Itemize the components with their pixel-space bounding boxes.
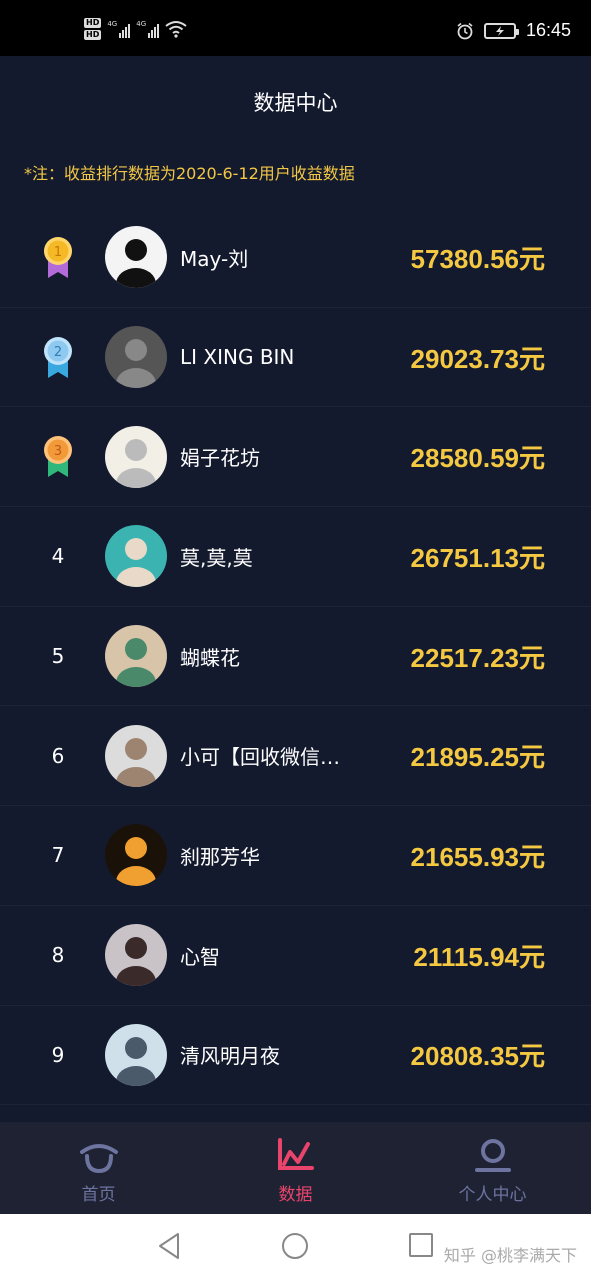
user-name: May-刘 xyxy=(180,246,249,271)
signal-icon: 4G xyxy=(107,20,131,38)
silver-medal-icon: 2 xyxy=(44,336,72,378)
avatar[interactable] xyxy=(105,724,167,787)
earnings-amount: 21655.93元 xyxy=(410,841,545,872)
watermark: 知乎 @桃李满天下 xyxy=(443,1246,577,1265)
ranking-list: 1 May-刘 57380.56元 2 LI XING BIN 29023.73元 3 娟子花… xyxy=(0,208,591,1106)
earnings-amount: 21895.25元 xyxy=(410,742,545,773)
earnings-amount: 29023.73元 xyxy=(410,343,545,374)
clock: 16:45 xyxy=(525,20,571,40)
tab-label: 个人中心 xyxy=(458,1185,527,1205)
chart-icon xyxy=(277,1138,314,1170)
gold-medal-icon: 1 xyxy=(44,237,72,278)
avatar[interactable] xyxy=(105,625,167,688)
home-icon xyxy=(79,1144,118,1174)
battery-icon xyxy=(483,22,519,39)
avatar[interactable] xyxy=(105,326,167,389)
alarm-icon xyxy=(457,22,473,39)
medal-number: 2 xyxy=(54,345,62,360)
bronze-medal-icon: 3 xyxy=(44,436,72,478)
rank-number: 8 xyxy=(51,943,65,968)
tab-home[interactable]: 首页 xyxy=(0,1122,197,1214)
medal-number: 1 xyxy=(54,245,62,260)
rank-number: 7 xyxy=(51,843,65,868)
signal-icon: 4G xyxy=(136,20,160,38)
avatar[interactable] xyxy=(105,824,167,887)
tab-profile[interactable]: 个人中心 xyxy=(394,1122,591,1214)
profile-icon xyxy=(474,1139,511,1172)
hd-badge: HD xyxy=(84,30,102,40)
avatar[interactable] xyxy=(105,425,167,488)
page-title: 数据中心 xyxy=(253,91,338,115)
medal-number: 3 xyxy=(54,444,62,459)
home-button-icon[interactable] xyxy=(281,1232,309,1260)
hd-badge: HD xyxy=(84,18,102,28)
rank-number: 5 xyxy=(51,644,65,669)
user-name: LI XING BIN xyxy=(180,345,295,370)
user-name: 心智 xyxy=(180,944,220,969)
tab-label: 首页 xyxy=(81,1185,116,1205)
rank-number: 4 xyxy=(51,544,65,569)
ranking-row[interactable]: 5 蝴蝶花 22517.23元 xyxy=(0,607,591,707)
system-nav-bar: 知乎 @桃李满天下 xyxy=(0,1214,591,1280)
avatar[interactable] xyxy=(105,1023,167,1086)
avatar[interactable] xyxy=(105,924,167,987)
user-name: 小可【回收微信… xyxy=(180,745,340,770)
status-bar: HD HD 4G 4G 16:45 xyxy=(0,0,591,56)
user-name: 娟子花坊 xyxy=(180,446,260,471)
tab-data[interactable]: 数据 xyxy=(197,1122,394,1214)
back-icon[interactable] xyxy=(156,1232,182,1260)
ranking-row[interactable]: 1 May-刘 57380.56元 xyxy=(0,208,591,308)
tab-bar: 首页 数据 个人中心 xyxy=(0,1122,591,1214)
avatar[interactable] xyxy=(105,525,167,588)
earnings-amount: 26751.13元 xyxy=(410,542,545,573)
rank-number: 6 xyxy=(51,743,65,768)
notice-text: *注：收益排行数据为2020-6-12用户收益数据 xyxy=(24,164,355,183)
earnings-amount: 21115.94元 xyxy=(413,941,545,972)
ranking-row[interactable]: 2 LI XING BIN 29023.73元 xyxy=(0,308,591,408)
recents-icon[interactable] xyxy=(408,1232,434,1258)
user-name: 蝴蝶花 xyxy=(180,645,240,670)
ranking-row[interactable]: 4 莫,莫,莫 26751.13元 xyxy=(0,507,591,607)
tab-label: 数据 xyxy=(278,1185,313,1205)
ranking-row[interactable]: 3 娟子花坊 28580.59元 xyxy=(0,407,591,508)
ranking-row[interactable]: 7 刹那芳华 21655.93元 xyxy=(0,806,591,906)
earnings-amount: 20808.35元 xyxy=(410,1041,545,1072)
wifi-icon xyxy=(165,21,187,38)
avatar[interactable] xyxy=(105,226,167,289)
user-name: 清风明月夜 xyxy=(180,1044,280,1069)
rank-number: 9 xyxy=(51,1042,65,1067)
earnings-amount: 22517.23元 xyxy=(410,642,545,673)
page-header: 数据中心 xyxy=(0,56,591,148)
earnings-amount: 57380.56元 xyxy=(410,243,545,274)
user-name: 莫,莫,莫 xyxy=(180,545,253,570)
ranking-row[interactable]: 8 心智 21115.94元 xyxy=(0,906,591,1006)
user-name: 刹那芳华 xyxy=(180,844,260,869)
ranking-row[interactable]: 6 小可【回收微信… 21895.25元 xyxy=(0,706,591,807)
ranking-row[interactable]: 9 清风明月夜 20808.35元 xyxy=(0,1006,591,1106)
earnings-amount: 28580.59元 xyxy=(410,443,545,474)
